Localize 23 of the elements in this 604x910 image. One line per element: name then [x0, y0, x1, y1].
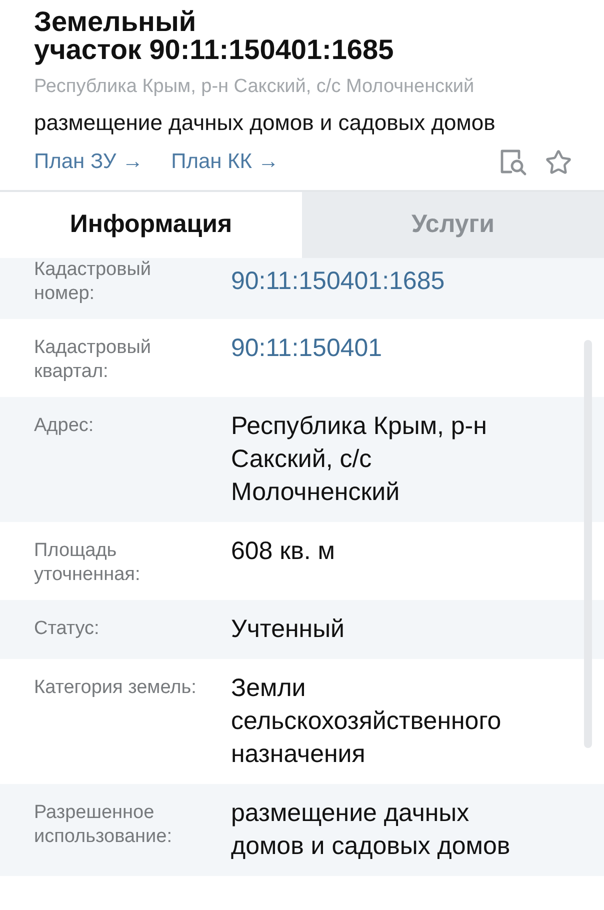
usage-description: размещение дачных домов и садовых домов [34, 109, 496, 137]
field-value: Республика Крым, р-н Сакский, с/с Молочненский [231, 411, 488, 508]
field-value: Учтенный [231, 614, 346, 645]
field-value: размещение дачных домов и садовых домов [231, 798, 512, 862]
field-label: Кадастровый квартал: [34, 336, 152, 384]
field-label: Адрес: [34, 414, 95, 438]
star-icon[interactable] [545, 148, 572, 176]
field-label: Площадь уточненная: [34, 539, 142, 587]
field-label: Разрешенное использование: [34, 801, 174, 849]
field-value: Земли сельскохозяйственного назначения [231, 673, 502, 770]
plan-link[interactable]: План ЗУ → [34, 148, 144, 176]
value-link[interactable]: 90:11:150401 [231, 332, 536, 365]
document-search-icon[interactable] [499, 148, 527, 176]
tab[interactable]: Услуги [302, 192, 604, 258]
address-subtitle: Республика Крым, р-н Сакский, с/с Молочненский [34, 75, 476, 99]
field-value: 608 кв. м [231, 536, 336, 567]
value-link[interactable]: 90:11:150401:1685 [231, 258, 536, 298]
field-label: Кадастровый номер: [34, 258, 152, 306]
page-title: Земельный участок 90:11:150401:1685 [34, 8, 395, 64]
scrollbar[interactable] [584, 340, 592, 748]
field-label: Статус: [34, 617, 100, 641]
plan-link[interactable]: План КК → [171, 148, 279, 176]
field-label: Категория земель: [34, 676, 198, 700]
